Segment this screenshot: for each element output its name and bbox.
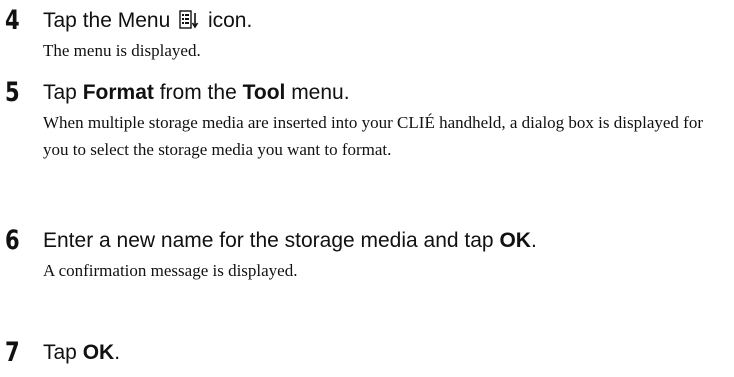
step-result: When multiple storage media are inserted…: [43, 113, 703, 159]
step-number: 4: [5, 5, 20, 36]
step-instruction: Tap the Menu icon.: [43, 8, 252, 37]
step-number: 5: [5, 77, 20, 108]
step-instruction: Tap Format from the Tool menu.: [43, 80, 350, 106]
menu-icon: [179, 10, 199, 37]
step-number: 7: [5, 337, 20, 368]
instruction-text: Enter a new name for the storage media a…: [43, 229, 500, 252]
step-result: A confirmation message is displayed.: [43, 261, 298, 280]
tool-term: Tool: [242, 81, 286, 104]
instruction-text: Tap: [43, 341, 83, 364]
instruction-text: from the: [153, 81, 243, 104]
ok-term: OK: [499, 229, 531, 252]
step-instruction: Tap OK.: [43, 340, 120, 366]
instruction-text: icon.: [207, 9, 253, 32]
instruction-text: menu.: [285, 81, 350, 104]
format-term: Format: [82, 81, 154, 104]
instruction-text: .: [114, 341, 121, 364]
instruction-text: Tap the Menu: [43, 9, 171, 32]
ok-term: OK: [82, 341, 115, 364]
step-result: The menu is displayed.: [43, 41, 201, 60]
step-instruction: Enter a new name for the storage media a…: [43, 228, 537, 254]
step-number: 6: [5, 225, 20, 256]
instruction-text: Tap: [43, 81, 83, 104]
instruction-text: .: [530, 229, 537, 252]
